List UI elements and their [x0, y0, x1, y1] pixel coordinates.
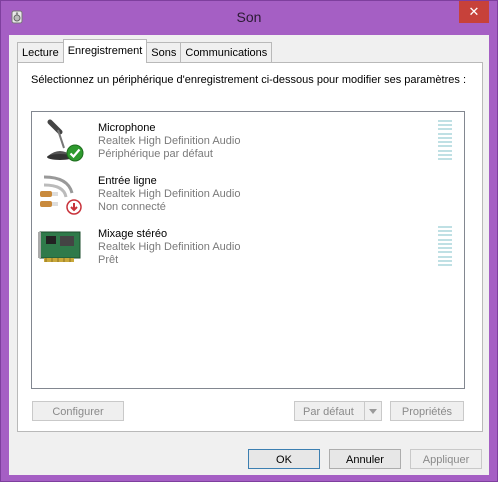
device-name: Microphone	[98, 122, 156, 134]
configure-button[interactable]: Configurer	[32, 401, 124, 421]
level-meter	[438, 226, 452, 266]
device-text: Microphone Realtek High Definition Audio…	[98, 122, 240, 161]
device-status: Prêt	[98, 254, 119, 266]
close-button[interactable]: ✕	[459, 1, 489, 23]
device-driver: Realtek High Definition Audio	[98, 135, 241, 147]
tab-playback[interactable]: Lecture	[17, 42, 64, 63]
device-status: Non connecté	[98, 201, 166, 213]
set-default-button[interactable]: Par défaut	[294, 401, 382, 421]
instruction-text: Sélectionnez un périphérique d'enregistr…	[31, 74, 466, 86]
device-item-stereo-mix[interactable]: Mixage stéréo Realtek High Definition Au…	[32, 222, 464, 274]
ok-button[interactable]: OK	[248, 449, 320, 469]
device-item-microphone[interactable]: Microphone Realtek High Definition Audio…	[32, 116, 464, 168]
tab-strip: Lecture Enregistrement Sons Communicatio…	[17, 39, 273, 63]
device-status: Périphérique par défaut	[98, 148, 213, 160]
set-default-label: Par défaut	[303, 406, 354, 418]
device-text: Mixage stéréo Realtek High Definition Au…	[98, 228, 240, 267]
apply-button[interactable]: Appliquer	[410, 449, 482, 469]
sound-dialog-window: Son ✕ Lecture Enregistrement Sons Commun…	[0, 0, 498, 482]
tab-communications[interactable]: Communications	[180, 42, 273, 63]
unplugged-icon	[66, 199, 82, 215]
close-icon: ✕	[468, 4, 480, 19]
sound-card-icon	[38, 224, 84, 270]
tab-sounds[interactable]: Sons	[146, 42, 182, 63]
default-check-icon	[66, 144, 84, 162]
title-bar[interactable]: Son ✕	[1, 1, 497, 35]
device-text: Entrée ligne Realtek High Definition Aud…	[98, 175, 240, 214]
recording-device-list[interactable]: Microphone Realtek High Definition Audio…	[31, 111, 465, 389]
device-item-line-in[interactable]: Entrée ligne Realtek High Definition Aud…	[32, 169, 464, 221]
tab-recording[interactable]: Enregistrement	[62, 39, 148, 63]
device-driver: Realtek High Definition Audio	[98, 188, 241, 200]
dialog-client-area: Lecture Enregistrement Sons Communicatio…	[9, 35, 489, 475]
properties-button[interactable]: Propriétés	[390, 401, 464, 421]
window-title: Son	[236, 9, 262, 25]
dropdown-arrow-icon[interactable]	[364, 402, 381, 420]
device-name: Entrée ligne	[98, 175, 157, 187]
device-name: Mixage stéréo	[98, 228, 168, 240]
recording-panel: Sélectionnez un périphérique d'enregistr…	[17, 62, 483, 432]
cancel-button[interactable]: Annuler	[329, 449, 401, 469]
level-meter	[438, 120, 452, 160]
device-driver: Realtek High Definition Audio	[98, 241, 241, 253]
